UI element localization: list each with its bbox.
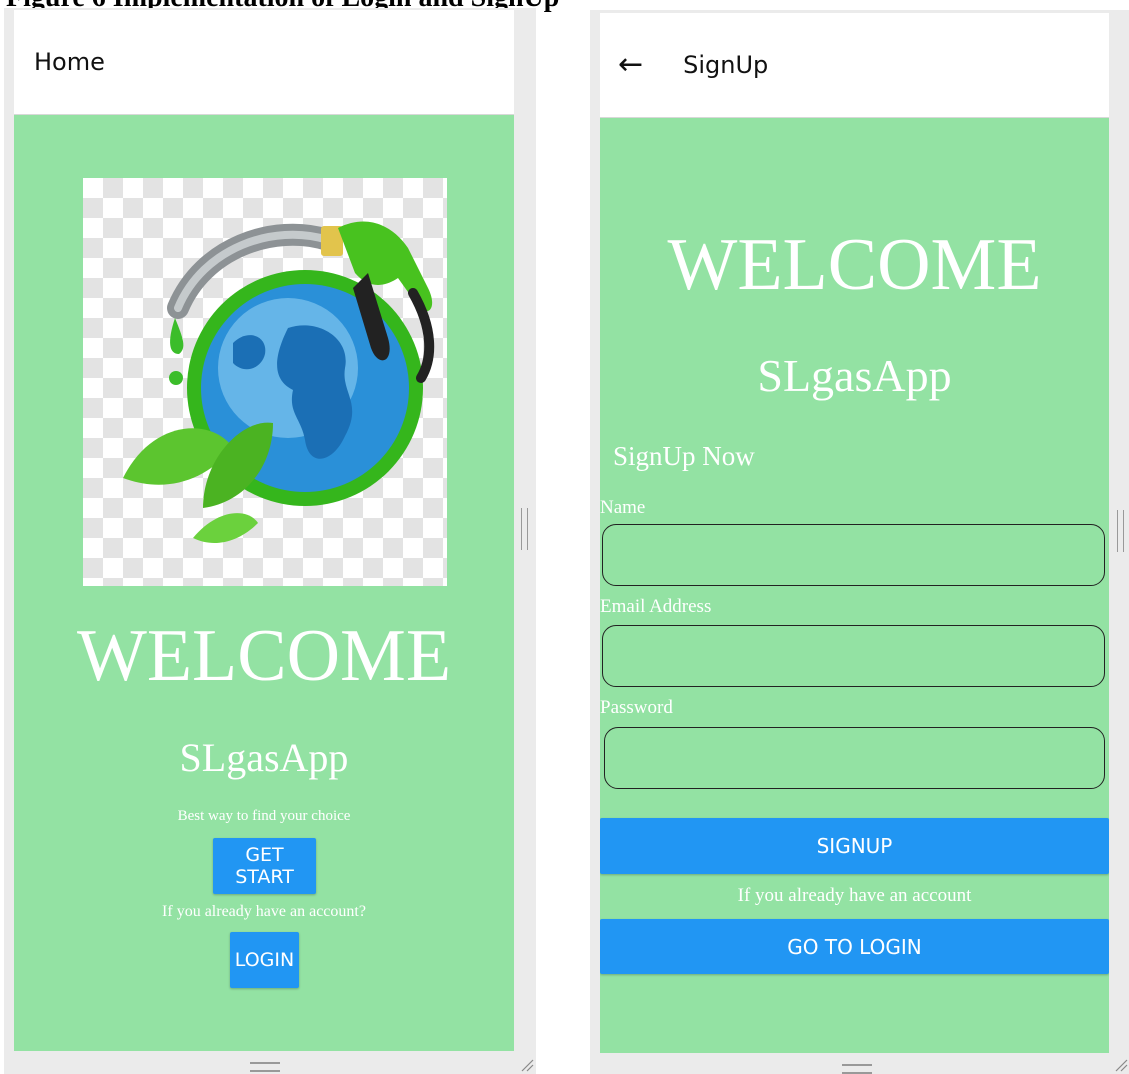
resize-grip-icon[interactable] bbox=[521, 508, 528, 550]
signup-welcome-heading: WELCOME bbox=[667, 224, 1042, 306]
resize-corner-icon[interactable] bbox=[520, 1058, 534, 1072]
name-field[interactable] bbox=[602, 524, 1105, 586]
signup-button[interactable]: SIGNUP bbox=[600, 818, 1109, 874]
get-start-button[interactable]: GET START bbox=[213, 838, 316, 894]
password-label: Password bbox=[600, 697, 673, 718]
signup-page-title: SignUp bbox=[683, 51, 769, 79]
go-to-login-button[interactable]: GO TO LOGIN bbox=[600, 919, 1109, 974]
password-field[interactable] bbox=[604, 727, 1105, 789]
login-button[interactable]: LOGIN bbox=[230, 932, 299, 988]
drag-handle-icon[interactable] bbox=[842, 1064, 872, 1074]
drag-handle-icon[interactable] bbox=[250, 1062, 280, 1072]
home-app-name: SLgasApp bbox=[179, 735, 349, 780]
home-tagline: Best way to find your choice bbox=[177, 808, 351, 824]
home-app-bar: Home bbox=[14, 10, 514, 115]
home-page-title: Home bbox=[34, 48, 105, 76]
home-screen: Home WELCOME SLgasApp Best way to find y… bbox=[14, 10, 514, 1051]
email-field[interactable] bbox=[602, 625, 1105, 687]
fuel-globe-logo-image bbox=[83, 178, 447, 586]
name-label: Name bbox=[600, 497, 646, 518]
signup-app-bar: ← SignUp bbox=[600, 13, 1109, 118]
email-label: Email Address bbox=[600, 596, 712, 617]
resize-corner-icon[interactable] bbox=[1114, 1058, 1128, 1072]
arrow-left-icon[interactable]: ← bbox=[618, 50, 643, 80]
home-account-prompt: If you already have an account? bbox=[162, 903, 366, 920]
signup-app-name: SLgasApp bbox=[757, 350, 952, 401]
signup-screen: ← SignUp WELCOME SLgasApp SignUp Now Nam… bbox=[600, 13, 1109, 1053]
signup-account-prompt: If you already have an account bbox=[737, 885, 972, 906]
signup-now-heading: SignUp Now bbox=[613, 441, 755, 471]
home-welcome-heading: WELCOME bbox=[76, 615, 452, 697]
resize-grip-icon[interactable] bbox=[1117, 510, 1124, 552]
